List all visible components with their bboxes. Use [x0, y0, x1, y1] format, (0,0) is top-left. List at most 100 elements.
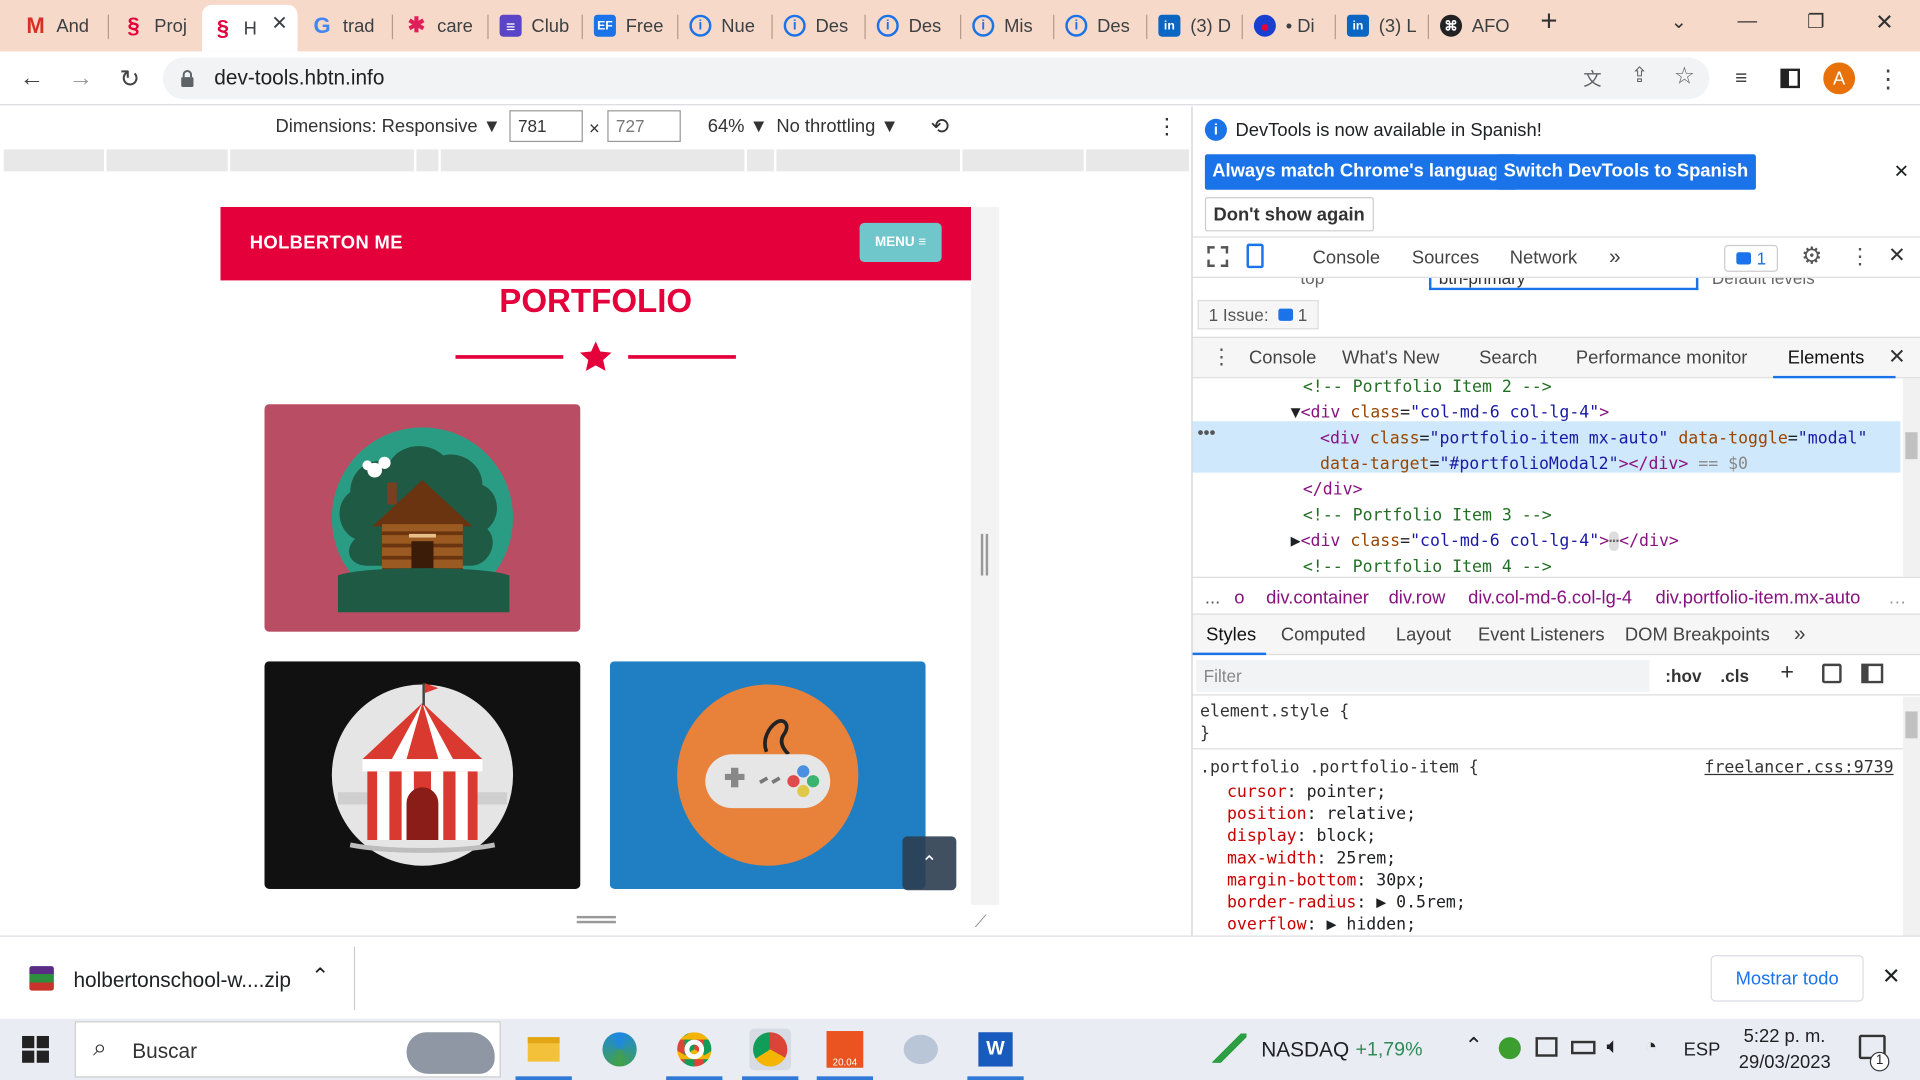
media-query-ruler[interactable]: [3, 149, 1189, 172]
breadcrumb-item[interactable]: div.row: [1389, 588, 1446, 609]
close-banner-icon[interactable]: ✕: [1894, 160, 1909, 183]
browser-tab[interactable]: i Nue: [680, 7, 768, 44]
ubuntu-icon[interactable]: 20.04: [824, 1029, 866, 1071]
more-style-tabs-chevron-icon[interactable]: »: [1794, 622, 1806, 646]
scroll-to-top-button[interactable]: ⌃: [902, 836, 957, 891]
dom-ellipsis-icon[interactable]: •••: [1198, 422, 1216, 442]
wifi-icon[interactable]: ◔: [1644, 1035, 1657, 1059]
tab-console[interactable]: Console: [1313, 247, 1380, 268]
breadcrumb-item[interactable]: o: [1234, 588, 1244, 609]
throttling-dropdown[interactable]: No throttling ▼: [776, 116, 898, 137]
browser-tab[interactable]: in (3) L: [1337, 7, 1425, 44]
element-style-rule[interactable]: element.style {: [1200, 702, 1349, 722]
toggle-sidebar-icon[interactable]: [1861, 663, 1884, 684]
paint-icon[interactable]: [900, 1029, 942, 1071]
browser-tab[interactable]: ≡ Club: [490, 7, 578, 44]
new-rule-plus-icon[interactable]: +: [1780, 660, 1794, 687]
close-drawer-icon[interactable]: ✕: [1888, 345, 1905, 369]
hov-toggle[interactable]: :hov: [1665, 666, 1701, 686]
breadcrumb-item-selected[interactable]: div.portfolio-item.mx-auto: [1656, 588, 1861, 609]
tab-dom-breakpoints[interactable]: DOM Breakpoints: [1625, 624, 1770, 645]
switch-to-spanish-button[interactable]: Switch DevTools to Spanish: [1496, 154, 1756, 190]
log-levels-dropdown[interactable]: Default levels: [1712, 278, 1815, 288]
dom-node-line[interactable]: <!-- Portfolio Item 2 -->: [1303, 378, 1552, 396]
css-declaration[interactable]: border-radius: ▶ 0.5rem;: [1227, 893, 1466, 913]
share-icon[interactable]: ⇪: [1631, 64, 1648, 88]
portfolio-item-cabin[interactable]: [264, 404, 581, 632]
height-input[interactable]: 727: [607, 110, 681, 143]
address-bar[interactable]: dev-tools.hbtn.info 文 ⇪ ☆: [162, 57, 1710, 100]
restore-button[interactable]: ❐: [1788, 0, 1844, 44]
resize-handle-right[interactable]: [980, 533, 989, 576]
issues-badge[interactable]: 1: [1724, 244, 1778, 272]
tray-chevron-icon[interactable]: ⌃: [1464, 1033, 1482, 1059]
forward-arrow-icon[interactable]: →: [64, 61, 98, 95]
devtools-menu-icon[interactable]: ⋮: [1849, 244, 1871, 270]
browser-tab[interactable]: i Des: [1056, 7, 1144, 44]
drawer-tab-performance-monitor[interactable]: Performance monitor: [1576, 348, 1748, 369]
profile-avatar[interactable]: A: [1822, 61, 1856, 95]
tab-computed[interactable]: Computed: [1281, 624, 1366, 645]
rendering-paint-icon[interactable]: [1822, 663, 1842, 684]
zoom-dropdown[interactable]: 64% ▼: [708, 116, 768, 137]
battery-icon[interactable]: [1571, 1040, 1596, 1055]
drawer-tab-elements[interactable]: Elements: [1788, 348, 1865, 369]
css-declaration[interactable]: max-width: 25rem;: [1227, 849, 1396, 869]
close-devtools-icon[interactable]: ✕: [1888, 244, 1905, 268]
browser-tab[interactable]: M And: [15, 7, 101, 44]
more-options-icon[interactable]: ⋮: [1156, 114, 1178, 140]
breadcrumb-overflow[interactable]: ...: [1205, 588, 1220, 609]
tab-styles[interactable]: Styles: [1206, 624, 1256, 645]
chrome-profile-icon[interactable]: [749, 1028, 792, 1071]
css-declaration[interactable]: cursor: pointer;: [1227, 782, 1386, 802]
cls-toggle[interactable]: .cls: [1720, 666, 1749, 686]
translate-icon[interactable]: 文: [1583, 66, 1601, 92]
download-options-chevron-icon[interactable]: ⌃: [311, 964, 329, 990]
always-match-language-button[interactable]: Always match Chrome's language: [1204, 154, 1517, 190]
tab-layout[interactable]: Layout: [1396, 624, 1451, 645]
dom-node-line[interactable]: data-target="#portfolioModal2"></div> ==…: [1320, 454, 1748, 474]
drawer-tab-console[interactable]: Console: [1249, 348, 1316, 369]
drawer-tab-search[interactable]: Search: [1479, 348, 1537, 369]
bookmark-star-icon[interactable]: ☆: [1674, 62, 1695, 90]
stock-ticker[interactable]: NASDAQ: [1261, 1038, 1349, 1062]
portfolio-item-circus[interactable]: [264, 661, 581, 889]
css-declaration[interactable]: position: relative;: [1227, 804, 1416, 824]
context-selector[interactable]: top: [1300, 278, 1324, 288]
breadcrumb-item[interactable]: div.col-md-6.col-lg-4: [1468, 588, 1632, 609]
rotate-icon[interactable]: ⟲: [931, 114, 949, 140]
resize-handle-corner[interactable]: ⟋: [975, 911, 987, 932]
dom-node-line[interactable]: </div>: [1303, 480, 1363, 500]
close-download-bar-icon[interactable]: ✕: [1882, 964, 1900, 990]
browser-tab-active[interactable]: § H ✕: [202, 4, 298, 52]
browser-tab[interactable]: EF Free: [584, 7, 675, 44]
css-declaration[interactable]: margin-bottom: 30px;: [1227, 871, 1426, 891]
browser-tab[interactable]: Gtrad: [301, 7, 389, 44]
word-icon[interactable]: W: [975, 1029, 1017, 1071]
resize-handle-bottom[interactable]: [576, 915, 616, 924]
drawer-tab-whats-new[interactable]: What's New: [1342, 348, 1439, 369]
reload-icon[interactable]: ↻: [113, 61, 147, 95]
close-tab-icon[interactable]: ✕: [271, 11, 287, 35]
tray-network-adapter-icon[interactable]: [1535, 1037, 1558, 1057]
tray-app-icon[interactable]: [1498, 1037, 1521, 1060]
stock-change[interactable]: +1,79%: [1356, 1040, 1423, 1062]
browser-tab[interactable]: § Proj: [113, 7, 199, 44]
console-filter-input[interactable]: btn-primary: [1428, 277, 1699, 291]
clock-date[interactable]: 29/03/2023: [1739, 1052, 1831, 1073]
rule-selector[interactable]: .portfolio .portfolio-item {: [1200, 758, 1479, 778]
browser-menu-icon[interactable]: ⋮: [1871, 61, 1905, 95]
browser-tab[interactable]: i Mis: [962, 7, 1050, 44]
tab-search-chevron-icon[interactable]: ⌄: [1651, 0, 1707, 44]
device-toggle-icon[interactable]: [1246, 243, 1264, 269]
styles-scrollbar[interactable]: [1902, 696, 1920, 936]
dom-node-line[interactable]: ▼<div class="col-md-6 col-lg-4">: [1291, 403, 1610, 423]
dont-show-again-button[interactable]: Don't show again: [1204, 197, 1374, 232]
dom-scrollbar[interactable]: [1902, 378, 1920, 577]
browser-tab[interactable]: ⌘ AFO: [1430, 7, 1518, 44]
tab-network[interactable]: Network: [1510, 247, 1577, 268]
language-indicator[interactable]: ESP: [1684, 1040, 1721, 1061]
media-control-icon[interactable]: ≡: [1724, 61, 1758, 95]
dom-node-line[interactable]: <!-- Portfolio Item 4 -->: [1303, 557, 1552, 577]
clock-time[interactable]: 5:22 p. m.: [1744, 1026, 1826, 1047]
